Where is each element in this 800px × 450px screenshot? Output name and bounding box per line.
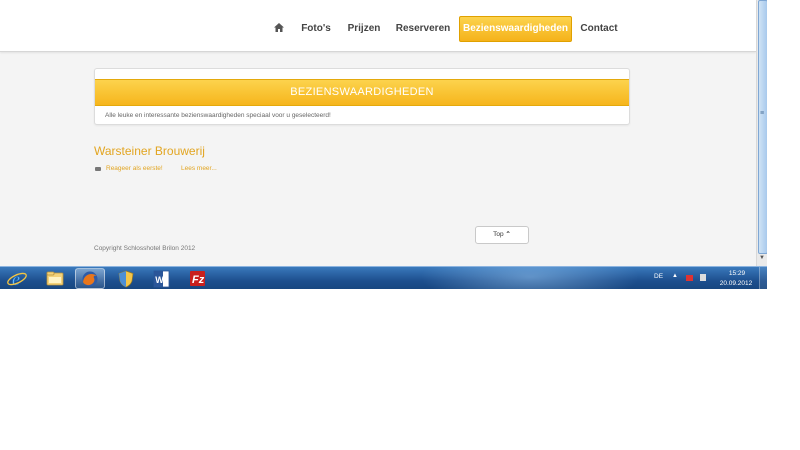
read-more-link[interactable]: Lees meer... xyxy=(181,165,217,172)
home-icon xyxy=(274,23,284,32)
nav-fotos[interactable]: Foto's xyxy=(296,16,336,41)
nav-reserveren[interactable]: Reserveren xyxy=(393,16,453,41)
filezilla-icon[interactable]: Fz xyxy=(182,268,212,289)
copyright-text: Copyright Schlosshotel Brilon 2012 xyxy=(94,245,196,252)
scrollbar-grip-icon: ≡ xyxy=(759,110,765,117)
internet-explorer-icon[interactable]: e xyxy=(4,268,34,289)
chevron-up-icon: ⌃ xyxy=(505,231,511,238)
windows-taskbar: e W Fz DE ▲ 15:29 20.09.2012 xyxy=(0,266,767,289)
section-panel: BEZIENSWAARDIGHEDEN Alle leuke en intere… xyxy=(94,68,630,125)
panel-subtitle: Alle leuke en interessante bezienswaardi… xyxy=(105,112,331,119)
show-desktop-button[interactable] xyxy=(759,267,767,289)
security-shield-icon[interactable] xyxy=(111,268,141,289)
comment-link[interactable]: Reageer als eerste! xyxy=(106,165,163,172)
language-indicator[interactable]: DE xyxy=(654,273,663,280)
top-button-label: Top xyxy=(493,231,504,238)
nav-bezienswaardigheden[interactable]: Bezienswaardigheden xyxy=(459,16,572,42)
file-explorer-icon[interactable] xyxy=(40,268,70,289)
network-icon[interactable] xyxy=(700,274,706,281)
comment-icon xyxy=(95,167,101,171)
action-center-flag-icon[interactable] xyxy=(686,275,693,281)
scrollbar-thumb[interactable] xyxy=(758,0,767,254)
panel-title: BEZIENSWAARDIGHEDEN xyxy=(95,79,629,106)
show-hidden-icons-icon[interactable]: ▲ xyxy=(672,273,678,279)
firefox-icon[interactable] xyxy=(75,268,105,289)
nav-prijzen[interactable]: Prijzen xyxy=(343,16,385,41)
svg-text:e: e xyxy=(12,269,20,289)
svg-text:W: W xyxy=(155,275,164,285)
clock-date[interactable]: 20.09.2012 xyxy=(714,280,758,287)
taskbar-glow xyxy=(420,267,640,289)
svg-text:Fz: Fz xyxy=(192,274,205,286)
article-title[interactable]: Warsteiner Brouwerij xyxy=(94,144,205,158)
clock-time[interactable]: 15:29 xyxy=(718,270,756,277)
nav-contact[interactable]: Contact xyxy=(577,16,621,41)
nav-home[interactable] xyxy=(270,16,288,41)
word-icon[interactable]: W xyxy=(146,268,176,289)
browser-viewport: Foto's Prijzen Reserveren Bezienswaardig… xyxy=(0,0,767,289)
scroll-down-icon[interactable]: ▼ xyxy=(759,255,766,263)
site-navbar: Foto's Prijzen Reserveren Bezienswaardig… xyxy=(0,0,756,52)
vertical-scrollbar[interactable]: ≡ ▼ xyxy=(756,0,767,266)
back-to-top-button[interactable]: Top ⌃ xyxy=(475,226,529,244)
